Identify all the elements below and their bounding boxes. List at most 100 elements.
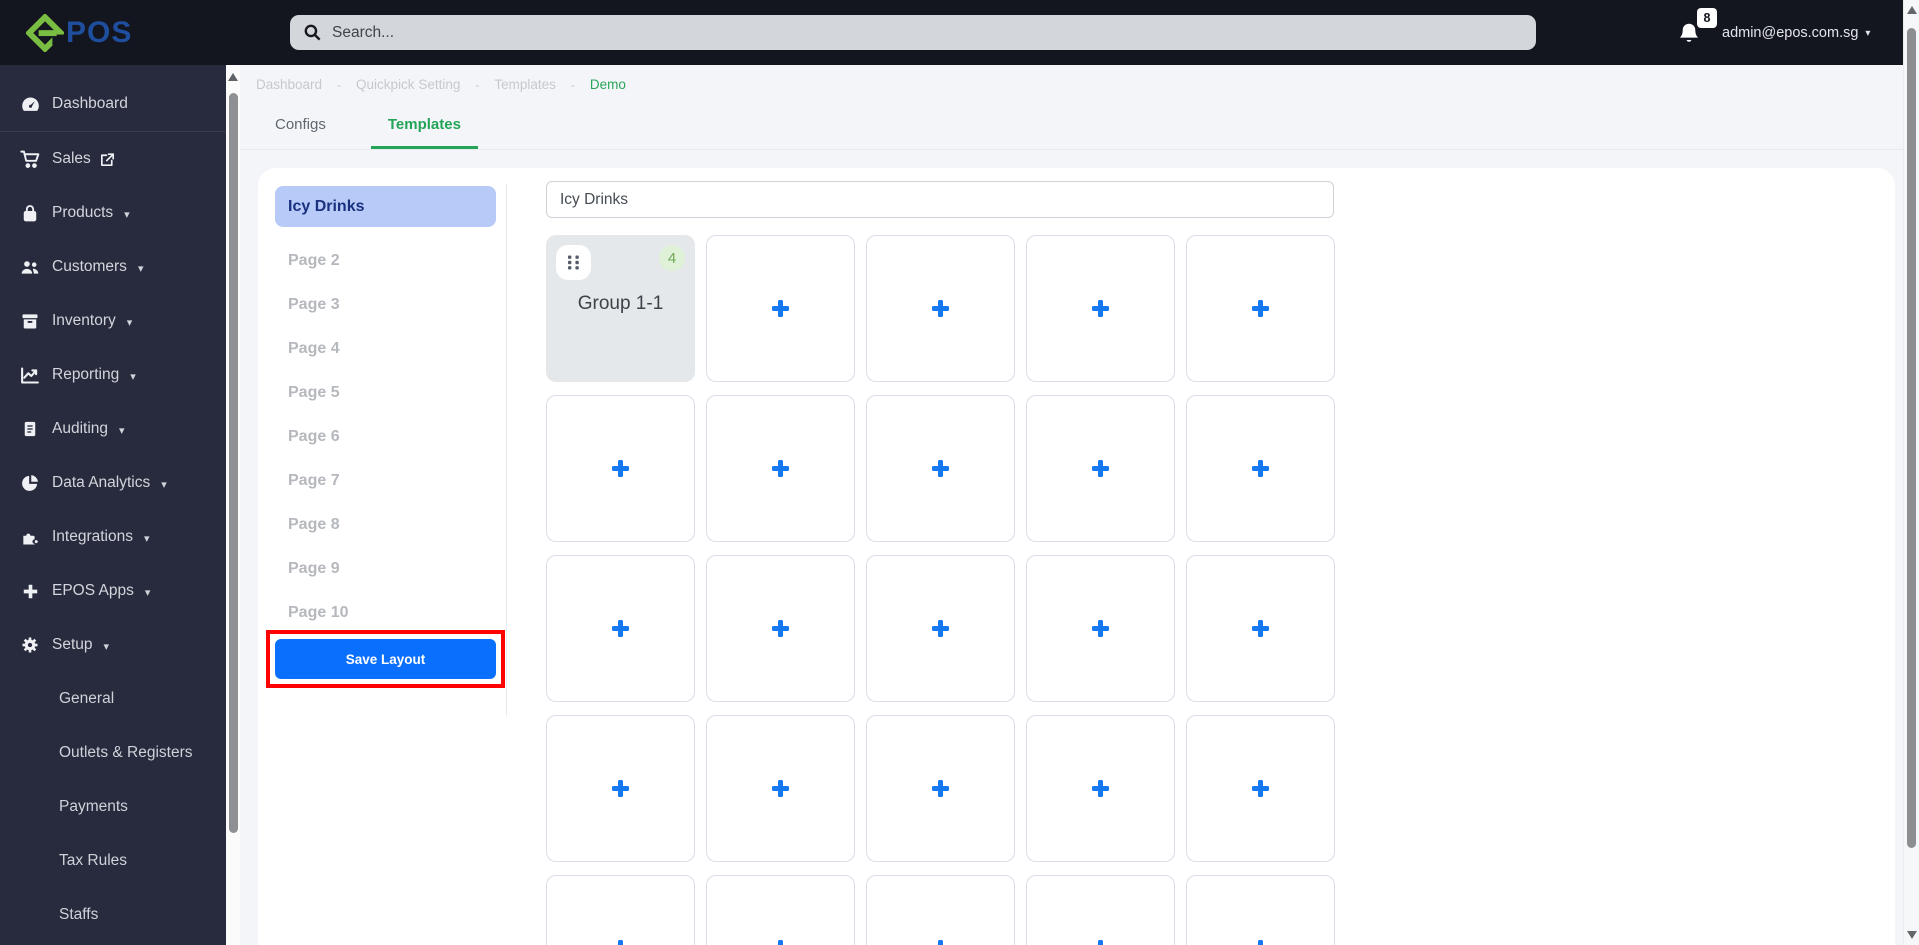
add-icon [1092, 780, 1109, 797]
empty-slot-tile[interactable] [1026, 555, 1175, 702]
breadcrumb-quickpick-setting[interactable]: Quickpick Setting [356, 77, 460, 92]
empty-slot-tile[interactable] [866, 395, 1015, 542]
page-list-item-selected[interactable]: Icy Drinks [275, 186, 496, 227]
empty-slot-tile[interactable] [706, 875, 855, 945]
sidebar-item-sales[interactable]: Sales [0, 132, 226, 186]
empty-slot-tile[interactable] [866, 715, 1015, 862]
sidebar-item-setup[interactable]: Setup ▾ [0, 618, 226, 672]
empty-slot-tile[interactable] [1026, 715, 1175, 862]
chevron-down-icon: ▾ [161, 478, 167, 491]
add-icon [612, 620, 629, 637]
external-link-icon [99, 151, 116, 168]
empty-slot-tile[interactable] [546, 395, 695, 542]
save-layout-button[interactable]: Save Layout [275, 639, 496, 679]
chevron-down-icon: ▾ [130, 370, 136, 383]
sidebar-item-epos-apps[interactable]: EPOS Apps ▾ [0, 564, 226, 618]
add-icon [772, 460, 789, 477]
cart-icon [18, 148, 42, 170]
group-tile[interactable]: 4 Group 1-1 [546, 235, 695, 382]
scroll-up-arrow-icon[interactable] [228, 73, 238, 81]
sidebar-item-data-analytics[interactable]: Data Analytics ▾ [0, 456, 226, 510]
sidebar-nav: Dashboard Sales Products ▾ [0, 65, 226, 945]
empty-slot-tile[interactable] [1186, 235, 1335, 382]
add-icon [1092, 620, 1109, 637]
sidebar-item-dashboard[interactable]: Dashboard [0, 77, 226, 132]
empty-slot-tile[interactable] [1186, 875, 1335, 945]
tab-configs[interactable]: Configs [258, 103, 343, 149]
empty-slot-tile[interactable] [706, 395, 855, 542]
page-list-item[interactable]: Page 9 [275, 547, 496, 591]
add-icon [612, 780, 629, 797]
add-icon [772, 300, 789, 317]
empty-slot-tile[interactable] [866, 235, 1015, 382]
page-name-input[interactable] [546, 181, 1334, 218]
sidebar-item-reporting[interactable]: Reporting ▾ [0, 348, 226, 402]
empty-slot-tile[interactable] [1186, 555, 1335, 702]
breadcrumb-separator: - [475, 78, 479, 92]
search-icon [303, 23, 322, 42]
plus-icon [18, 580, 42, 602]
sidebar-item-auditing[interactable]: Auditing ▾ [0, 402, 226, 456]
sidebar-item-general[interactable]: General [0, 672, 226, 726]
sidebar-item-label: Data Analytics [52, 474, 150, 492]
sidebar-item-customers[interactable]: Customers ▾ [0, 240, 226, 294]
add-icon [932, 780, 949, 797]
add-icon [1092, 460, 1109, 477]
account-menu[interactable]: admin@epos.com.sg ▾ [1722, 0, 1870, 65]
breadcrumb-templates[interactable]: Templates [494, 77, 556, 92]
page-list-item[interactable]: Page 4 [275, 327, 496, 371]
sidebar-item-label: Customers [52, 258, 127, 276]
page-list-item[interactable]: Page 6 [275, 415, 496, 459]
page-list-item[interactable]: Page 5 [275, 371, 496, 415]
scrollbar-thumb[interactable] [1907, 28, 1916, 848]
sidebar-item-tax-rules[interactable]: Tax Rules [0, 834, 226, 888]
epos-logo[interactable]: POS [26, 0, 132, 65]
add-icon [612, 460, 629, 477]
empty-slot-tile[interactable] [866, 555, 1015, 702]
sidebar-item-outlets-registers[interactable]: Outlets & Registers [0, 726, 226, 780]
scrollbar-thumb[interactable] [229, 93, 238, 833]
tab-templates[interactable]: Templates [371, 103, 478, 149]
sidebar-item-label: Integrations [52, 528, 133, 546]
sidebar-item-label: Reporting [52, 366, 119, 384]
empty-slot-tile[interactable] [546, 875, 695, 945]
empty-slot-tile[interactable] [1186, 715, 1335, 862]
breadcrumb-separator: - [337, 78, 341, 92]
shopping-bag-icon [18, 202, 42, 224]
add-icon [1092, 300, 1109, 317]
add-icon [932, 940, 949, 945]
empty-slot-tile[interactable] [546, 715, 695, 862]
sidebar-item-staffs[interactable]: Staffs [0, 888, 226, 942]
empty-slot-tile[interactable] [706, 715, 855, 862]
empty-slot-tile[interactable] [1026, 395, 1175, 542]
chevron-down-icon: ▾ [124, 208, 130, 221]
pages-list: Page 2 Page 3 Page 4 Page 5 Page 6 Page … [275, 239, 496, 635]
breadcrumb-dashboard[interactable]: Dashboard [256, 77, 322, 92]
sidebar-item-label: Auditing [52, 420, 108, 438]
scroll-down-arrow-icon[interactable] [1907, 931, 1917, 939]
page-list-item[interactable]: Page 2 [275, 239, 496, 283]
sidebar-item-payments[interactable]: Payments [0, 780, 226, 834]
empty-slot-tile[interactable] [706, 555, 855, 702]
chart-line-icon [18, 364, 42, 386]
sidebar-item-products[interactable]: Products ▾ [0, 186, 226, 240]
empty-slot-tile[interactable] [546, 555, 695, 702]
save-layout-highlight-box: Save Layout [266, 630, 505, 688]
sidebar-item-inventory[interactable]: Inventory ▾ [0, 294, 226, 348]
sidebar-item-integrations[interactable]: Integrations ▾ [0, 510, 226, 564]
scroll-up-arrow-icon[interactable] [1907, 6, 1917, 14]
page-list-item[interactable]: Page 3 [275, 283, 496, 327]
empty-slot-tile[interactable] [1026, 235, 1175, 382]
empty-slot-tile[interactable] [1026, 875, 1175, 945]
pie-chart-icon [18, 472, 42, 494]
page-list-item[interactable]: Page 10 [275, 591, 496, 635]
page-list-item[interactable]: Page 8 [275, 503, 496, 547]
page-list-item[interactable]: Page 7 [275, 459, 496, 503]
empty-slot-tile[interactable] [706, 235, 855, 382]
add-icon [772, 620, 789, 637]
chevron-down-icon: ▾ [138, 262, 144, 275]
empty-slot-tile[interactable] [1186, 395, 1335, 542]
empty-slot-tile[interactable] [866, 875, 1015, 945]
add-icon [1252, 460, 1269, 477]
search-input[interactable] [322, 14, 1536, 51]
